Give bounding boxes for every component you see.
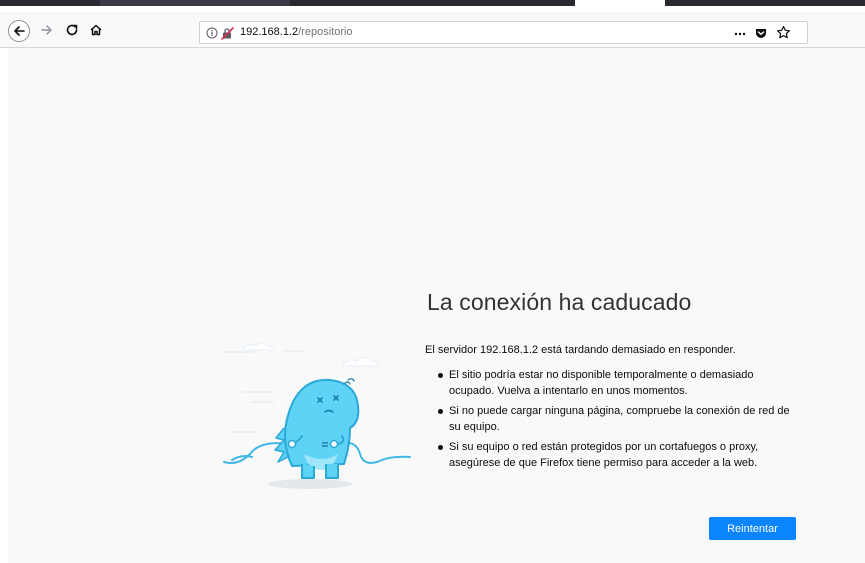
insecure-lock-icon[interactable] bbox=[221, 27, 234, 40]
tab[interactable] bbox=[290, 0, 575, 6]
tab[interactable] bbox=[0, 0, 100, 6]
home-button[interactable] bbox=[84, 18, 108, 42]
error-title: La conexión ha caducado bbox=[427, 289, 692, 315]
pocket-icon[interactable] bbox=[754, 26, 768, 40]
page-actions-icon[interactable] bbox=[733, 27, 747, 39]
tab[interactable] bbox=[100, 0, 290, 6]
home-icon bbox=[90, 24, 102, 36]
reload-icon bbox=[66, 24, 78, 36]
url-text[interactable]: 192.168.1.2/repositorio bbox=[240, 26, 353, 38]
list-item: El sitio podría estar no disponible temp… bbox=[437, 368, 797, 399]
dinosaur-illustration bbox=[223, 342, 411, 489]
retry-button[interactable]: Reintentar bbox=[709, 517, 796, 540]
back-arrow-icon bbox=[14, 26, 25, 36]
bookmark-star-icon[interactable] bbox=[776, 25, 791, 40]
back-button[interactable] bbox=[8, 20, 30, 42]
url-host: 192.168.1.2 bbox=[240, 26, 299, 38]
tab-strip bbox=[0, 0, 865, 12]
forward-button[interactable] bbox=[35, 18, 59, 42]
error-suggestions: El sitio podría estar no disponible temp… bbox=[437, 368, 797, 476]
reload-button[interactable] bbox=[60, 18, 84, 42]
tab[interactable] bbox=[665, 0, 865, 6]
list-item: Si su equipo o red están protegidos por … bbox=[437, 440, 797, 471]
navigation-toolbar: 192.168.1.2/repositorio bbox=[0, 12, 865, 48]
url-bar[interactable]: 192.168.1.2/repositorio bbox=[199, 21, 808, 44]
list-item: Si no puede cargar ninguna página, compr… bbox=[437, 404, 797, 435]
forward-arrow-icon bbox=[41, 25, 52, 35]
url-path: /repositorio bbox=[298, 26, 353, 38]
error-description: El servidor 192.168.1.2 está tardando de… bbox=[425, 344, 736, 356]
info-icon[interactable] bbox=[206, 27, 218, 39]
